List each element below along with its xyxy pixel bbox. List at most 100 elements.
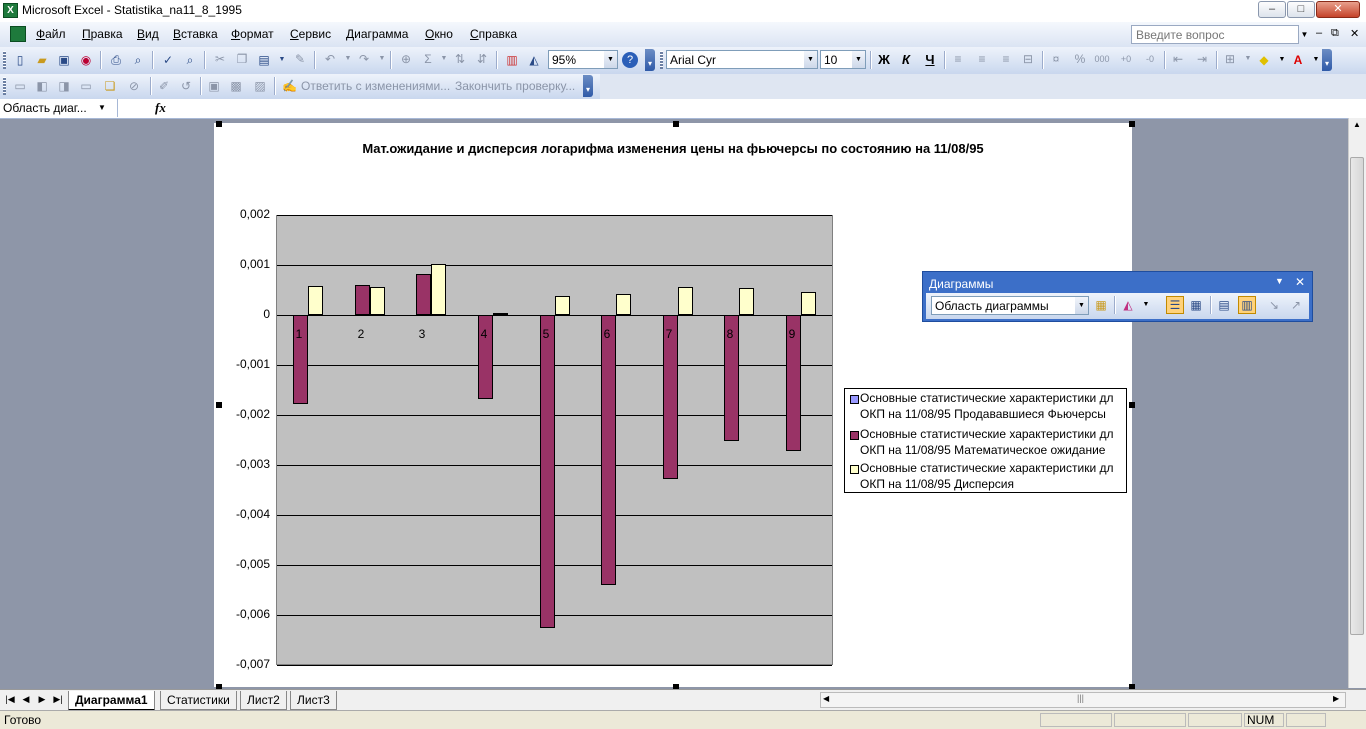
zoom-select[interactable]: 95% ▼ bbox=[548, 50, 618, 69]
bar-series3-4[interactable] bbox=[493, 313, 508, 315]
merge-center-icon[interactable]: ⊟ bbox=[1020, 51, 1036, 67]
bar-series3-5[interactable] bbox=[555, 296, 570, 315]
minimize-button[interactable]: – bbox=[1258, 1, 1286, 18]
horizontal-scrollbar[interactable]: ◀ ||| ▶ bbox=[820, 692, 1346, 708]
angle-text-down-icon[interactable]: ↘ bbox=[1266, 297, 1282, 313]
bar-series3-3[interactable] bbox=[431, 264, 446, 315]
font-select[interactable]: Arial Cyr ▼ bbox=[666, 50, 818, 69]
previous-comment-icon[interactable]: ◧ bbox=[34, 78, 50, 94]
end-review-button[interactable]: Закончить проверку... bbox=[455, 79, 575, 93]
autosum-icon[interactable]: Σ bbox=[420, 51, 436, 67]
angle-text-up-icon[interactable]: ↗ bbox=[1288, 297, 1304, 313]
data-table-icon[interactable]: ▦ bbox=[1188, 297, 1204, 313]
toolbar-grip[interactable] bbox=[660, 51, 663, 69]
drawing-icon[interactable]: ◭ bbox=[526, 52, 542, 68]
chevron-down-icon[interactable]: ▼ bbox=[604, 51, 617, 68]
sheet-tab-statistics[interactable]: Статистики bbox=[160, 691, 237, 710]
fill-color-icon[interactable]: ◆ bbox=[1256, 52, 1272, 68]
sort-ascending-icon[interactable]: ⇅ bbox=[452, 51, 468, 67]
new-icon[interactable]: ▯ bbox=[12, 52, 28, 68]
gridline[interactable] bbox=[277, 215, 832, 216]
autosum-dropdown-icon[interactable]: ▼ bbox=[436, 51, 452, 67]
sort-descending-icon[interactable]: ⇵ bbox=[474, 51, 490, 67]
cut-icon[interactable]: ✂ bbox=[212, 51, 228, 67]
plot-area[interactable]: 1 2 3 4 5 6 7 8 9 bbox=[276, 215, 833, 666]
sheet-tab-list3[interactable]: Лист3 bbox=[290, 691, 337, 710]
print-icon[interactable]: ⎙ bbox=[108, 52, 124, 68]
toolbar-options-icon[interactable]: ▾ bbox=[645, 49, 655, 71]
help-icon[interactable]: ? bbox=[622, 52, 638, 68]
comma-style-icon[interactable]: 000 bbox=[1094, 51, 1110, 67]
chart-wizard-icon[interactable]: ▥ bbox=[504, 52, 520, 68]
selection-handle[interactable] bbox=[1129, 402, 1135, 408]
chart-type-icon[interactable]: ◭ bbox=[1120, 297, 1136, 313]
chart-legend[interactable]: Основные статистические характеристики д… bbox=[844, 388, 1127, 493]
bold-button[interactable]: Ж bbox=[876, 52, 892, 68]
selection-handle[interactable] bbox=[673, 121, 679, 127]
menu-help[interactable]: Справка bbox=[470, 27, 517, 41]
borders-dropdown-icon[interactable]: ▼ bbox=[1240, 51, 1256, 67]
decrease-decimal-icon[interactable]: -0 bbox=[1142, 51, 1158, 67]
track-changes-icon[interactable]: ▣ bbox=[206, 78, 222, 94]
doc-restore-button[interactable]: ⧉ bbox=[1331, 27, 1339, 40]
toolbar-options-icon[interactable]: ▼ bbox=[1275, 276, 1284, 286]
toolbar-grip[interactable] bbox=[3, 77, 6, 95]
selection-handle[interactable] bbox=[1129, 121, 1135, 127]
chart-objects-select[interactable]: Область диаграммы ▼ bbox=[931, 296, 1089, 315]
menu-chart[interactable]: Диаграмма bbox=[346, 27, 408, 41]
next-comment-icon[interactable]: ◨ bbox=[56, 78, 72, 94]
ask-dropdown-icon[interactable]: ▼ bbox=[1298, 25, 1311, 44]
permission-icon[interactable]: ◉ bbox=[78, 52, 94, 68]
gridline[interactable] bbox=[277, 665, 832, 666]
align-right-icon[interactable]: ≡ bbox=[998, 51, 1014, 67]
underline-button[interactable]: Ч bbox=[922, 52, 938, 68]
doc-minimize-button[interactable]: – bbox=[1316, 27, 1322, 39]
scroll-left-icon[interactable]: ◀ bbox=[823, 694, 829, 703]
redo-icon[interactable]: ↷ bbox=[356, 51, 372, 67]
paste-icon[interactable]: ▤ bbox=[256, 52, 272, 68]
increase-indent-icon[interactable]: ⇥ bbox=[1194, 51, 1210, 67]
previous-sheet-icon[interactable]: ◀ bbox=[20, 694, 32, 705]
save-icon[interactable]: ▣ bbox=[56, 52, 72, 68]
menu-view[interactable]: Вид bbox=[137, 27, 159, 41]
copy-icon[interactable]: ❐ bbox=[234, 51, 250, 67]
chart-toolbar[interactable]: Диаграммы ▼ ✕ Область диаграммы ▼ ▦ ◭ ▼ ☰… bbox=[922, 271, 1313, 322]
toolbar-grip[interactable] bbox=[3, 51, 6, 69]
insert-function-button[interactable]: fx bbox=[155, 100, 166, 116]
new-comment-icon[interactable]: ▭ bbox=[12, 78, 28, 94]
sheet-tab-list2[interactable]: Лист2 bbox=[240, 691, 287, 710]
workbook-icon[interactable] bbox=[10, 26, 26, 42]
decrease-indent-icon[interactable]: ⇤ bbox=[1170, 51, 1186, 67]
excel-app-icon[interactable]: X bbox=[3, 3, 18, 18]
increase-decimal-icon[interactable]: +0 bbox=[1118, 51, 1134, 67]
reply-with-changes-button[interactable]: Ответить с изменениями... bbox=[301, 79, 450, 93]
format-chart-area-icon[interactable]: ▦ bbox=[1093, 297, 1109, 313]
menu-insert[interactable]: Вставка bbox=[173, 27, 218, 41]
bar-series2-2[interactable] bbox=[355, 285, 370, 315]
paste-dropdown-icon[interactable]: ▼ bbox=[274, 52, 290, 68]
hyperlink-icon[interactable]: ⊕ bbox=[398, 51, 414, 67]
undo-dropdown-icon[interactable]: ▼ bbox=[340, 51, 356, 67]
ask-question-input[interactable]: Введите вопрос bbox=[1131, 25, 1299, 44]
maximize-button[interactable]: □ bbox=[1287, 1, 1315, 18]
close-button[interactable]: ✕ bbox=[1316, 1, 1360, 18]
bar-series3-7[interactable] bbox=[678, 287, 693, 315]
align-center-icon[interactable]: ≡ bbox=[974, 51, 990, 67]
menu-tools[interactable]: Сервис bbox=[290, 27, 331, 41]
bar-series3-1[interactable] bbox=[308, 286, 323, 315]
currency-icon[interactable]: ¤ bbox=[1048, 51, 1064, 67]
align-left-icon[interactable]: ≡ bbox=[950, 51, 966, 67]
chart-type-dropdown-icon[interactable]: ▼ bbox=[1138, 297, 1154, 313]
menu-format[interactable]: Формат bbox=[231, 27, 274, 41]
italic-button[interactable]: К bbox=[898, 52, 914, 68]
font-color-icon[interactable]: A bbox=[1290, 52, 1306, 68]
scroll-up-icon[interactable]: ▲ bbox=[1353, 120, 1361, 129]
gridline[interactable] bbox=[277, 265, 832, 266]
scroll-thumb-grip[interactable]: ||| bbox=[1077, 693, 1084, 703]
research-icon[interactable]: ⌕ bbox=[182, 52, 198, 68]
selection-handle[interactable] bbox=[216, 121, 222, 127]
doc-close-button[interactable]: ✕ bbox=[1350, 27, 1359, 40]
last-sheet-icon[interactable]: ▶| bbox=[52, 694, 64, 705]
percent-icon[interactable]: % bbox=[1072, 51, 1088, 67]
protect-icon[interactable]: ▩ bbox=[228, 78, 244, 94]
